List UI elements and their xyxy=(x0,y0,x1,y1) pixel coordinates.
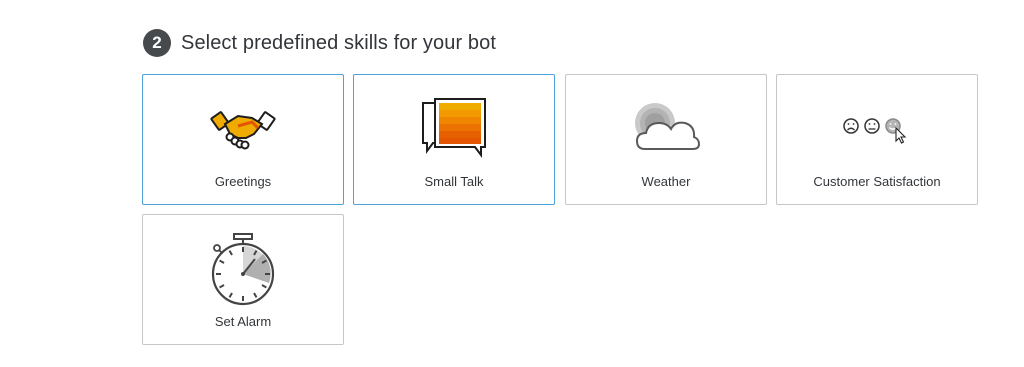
skill-card-greetings[interactable]: Greetings xyxy=(142,74,344,205)
skill-label: Set Alarm xyxy=(214,314,272,329)
step-number-badge: 2 xyxy=(143,29,171,57)
chat-bubbles-icon xyxy=(409,93,499,165)
skill-label: Customer Satisfaction xyxy=(813,174,941,189)
skill-label: Weather xyxy=(641,174,691,189)
skill-card-small-talk[interactable]: Small Talk xyxy=(353,74,555,205)
stopwatch-icon xyxy=(198,233,288,306)
skill-label: Greetings xyxy=(214,174,272,189)
handshake-icon xyxy=(198,93,288,165)
skill-card-weather[interactable]: Weather xyxy=(565,74,767,205)
smiley-faces-icon xyxy=(832,93,922,165)
skill-label: Small Talk xyxy=(424,174,484,189)
skill-card-set-alarm[interactable]: Set Alarm xyxy=(142,214,344,345)
skill-card-customer-satisfaction[interactable]: Customer Satisfaction xyxy=(776,74,978,205)
section-title: Select predefined skills for your bot xyxy=(181,31,496,54)
cloud-sun-icon xyxy=(621,93,711,165)
step-header: 2 Select predefined skills for your bot xyxy=(143,29,496,57)
